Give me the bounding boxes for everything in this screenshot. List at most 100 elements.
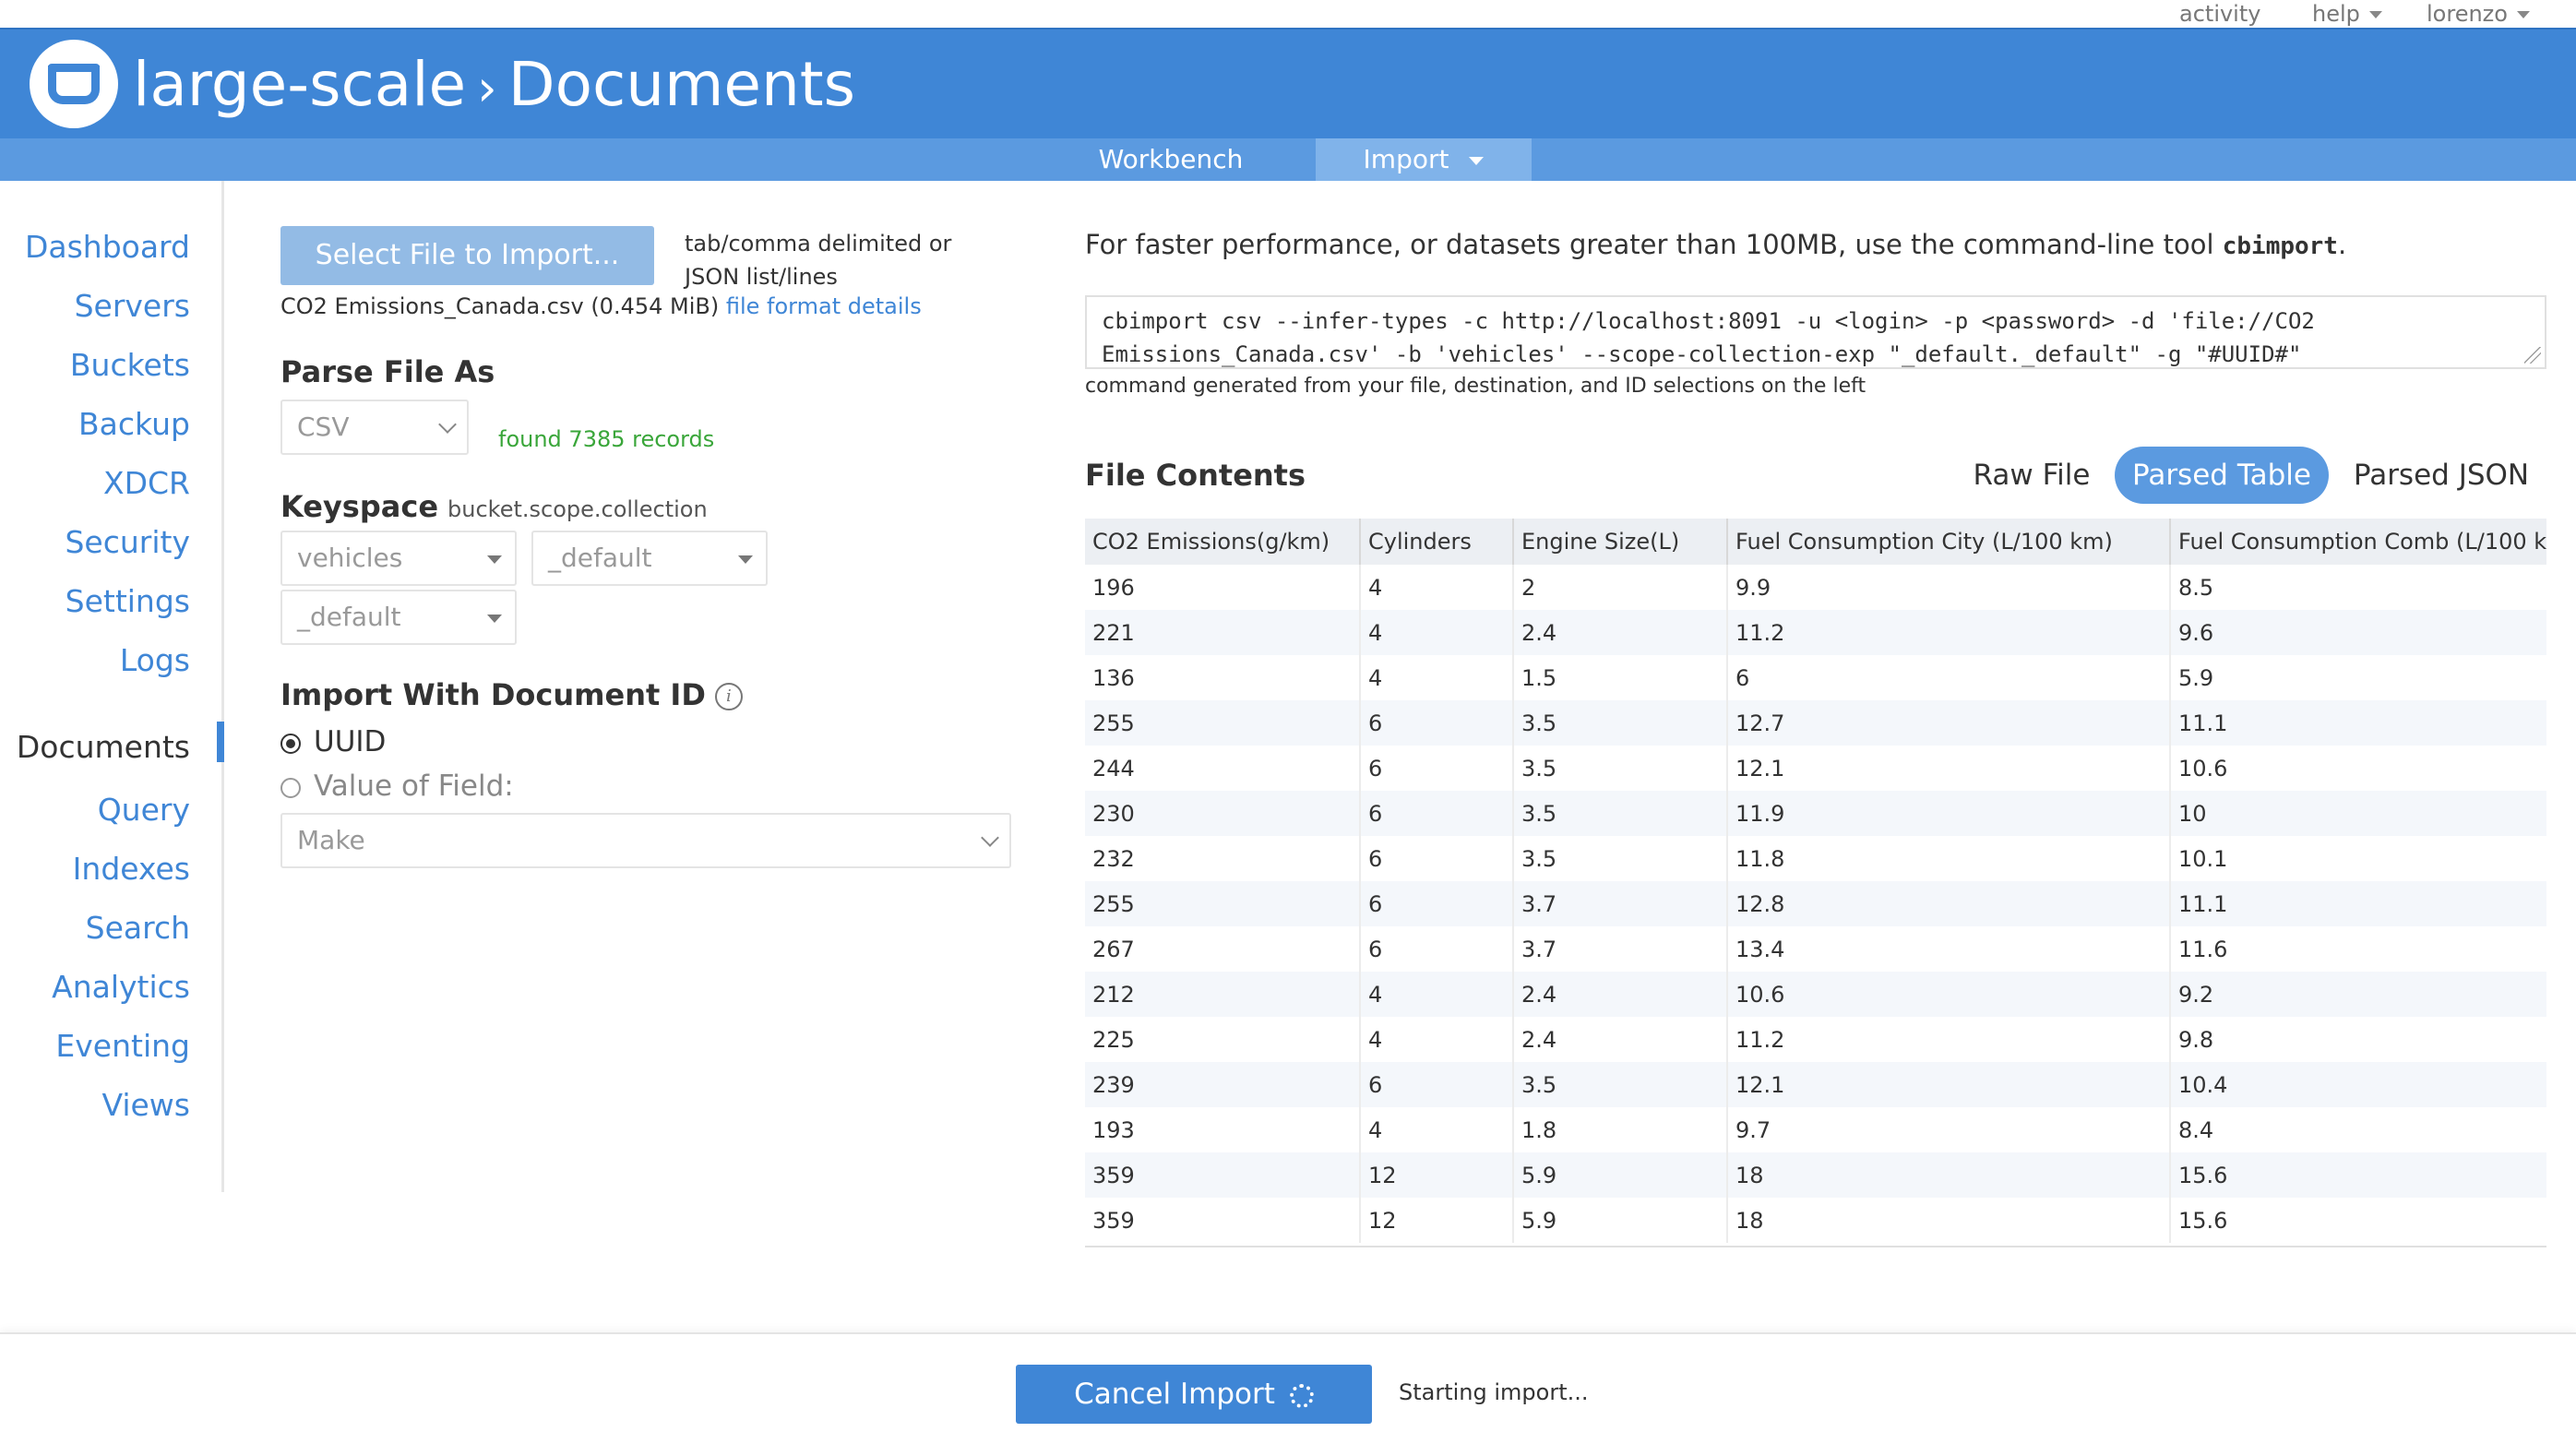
table-row: 239 6 3.5 12.1 10.4 [1085, 1062, 2546, 1107]
table-cell: 10.6 [2169, 746, 2546, 791]
table-cell: 2.4 [1512, 1017, 1727, 1062]
table-cell: 9.2 [2169, 972, 2546, 1017]
table-cell: 225 [1092, 1026, 1135, 1053]
sidebar-item-logs[interactable]: Logs [120, 642, 190, 678]
column-header[interactable]: CO2 Emissions(g/km) [1085, 519, 1360, 565]
table-row: 193 4 1.8 9.7 8.4 [1085, 1107, 2546, 1152]
performance-tip-text: For faster performance, or datasets grea… [1085, 229, 2214, 260]
table-header-row: CO2 Emissions(g/km) Cylinders Engine Size(… [1085, 519, 2546, 565]
collection-select[interactable]: _default [280, 590, 517, 645]
sidebar-item-views[interactable]: Views [101, 1087, 190, 1123]
table-cell: 12.7 [1726, 700, 2170, 746]
table-cell: 212 [1085, 972, 1360, 1017]
user-menu[interactable]: lorenzo [2427, 0, 2530, 28]
tab-parsed-table[interactable]: Parsed Table [2115, 447, 2329, 504]
table-cell: 9.8 [2169, 1017, 2546, 1062]
resize-handle-icon[interactable] [2524, 347, 2541, 364]
command-line-1: cbimport csv --infer-types -c http://loc… [1102, 308, 2315, 334]
docid-label: Import With Document ID [280, 677, 706, 712]
couchbase-logo[interactable] [30, 40, 118, 128]
table-row: 359 12 5.9 18 15.6 [1085, 1152, 2546, 1198]
table-cell: 136 [1092, 664, 1135, 691]
table-cell: 11.8 [1726, 836, 2170, 881]
table-cell: 18 [1726, 1152, 2170, 1198]
table-cell: 239 [1085, 1062, 1360, 1107]
sidebar-item-dashboard[interactable]: Dashboard [25, 229, 190, 265]
table-cell: 11.6 [2169, 926, 2546, 972]
table-cell: 3.5 [1512, 1062, 1727, 1107]
info-icon[interactable]: i [714, 683, 743, 710]
tab-import-label: Import [1363, 144, 1449, 174]
sidebar-item-settings[interactable]: Settings [66, 583, 190, 619]
table-cell: 2.4 [1512, 972, 1727, 1017]
table-cell: 6 [1359, 700, 1513, 746]
parsed-table[interactable]: CO2 Emissions(g/km) Cylinders Engine Size(… [1085, 519, 2546, 1247]
table-cell: 1.8 [1512, 1107, 1727, 1152]
cbimport-tool-name: cbimport [2222, 233, 2338, 260]
table-cell: 359 [1085, 1152, 1360, 1198]
sidebar-item-xdcr[interactable]: XDCR [103, 465, 190, 501]
sidebar-item-query[interactable]: Query [98, 792, 190, 828]
cancel-import-button[interactable]: Cancel Import [1016, 1365, 1372, 1424]
tab-parsed-json[interactable]: Parsed JSON [2349, 447, 2534, 504]
sidebar-item-documents[interactable]: Documents [17, 729, 190, 765]
radio-uuid[interactable]: UUID [280, 725, 386, 758]
sidebar-item-buckets[interactable]: Buckets [70, 347, 190, 383]
sidebar-item-search[interactable]: Search [86, 910, 190, 946]
table-cell: 4 [1359, 565, 1513, 610]
tab-raw-file[interactable]: Raw File [1963, 447, 2100, 504]
top-utility-bar: activity help lorenzo [0, 0, 2576, 28]
table-cell: 3.7 [1512, 881, 1727, 926]
table-cell: 12.8 [1726, 881, 2170, 926]
parse-label: Parse File As [280, 354, 495, 389]
table-cell: 267 [1092, 936, 1135, 962]
table-cell: 13.4 [1726, 926, 2170, 972]
table-cell: 9.7 [1726, 1107, 2170, 1152]
sidebar-item-servers[interactable]: Servers [75, 288, 190, 324]
table-cell: 6 [1359, 926, 1513, 972]
table-cell: 6 [1359, 836, 1513, 881]
help-menu[interactable]: help [2312, 0, 2382, 28]
table-cell: 4 [1359, 1107, 1513, 1152]
sidebar-item-indexes[interactable]: Indexes [73, 851, 190, 887]
sidebar-item-security[interactable]: Security [65, 524, 190, 560]
breadcrumb-cluster[interactable]: large-scale [133, 49, 466, 120]
file-format-link[interactable]: file format details [726, 293, 922, 319]
radio-field-label: Value of Field: [314, 770, 514, 803]
file-type-hint: tab/comma delimited or JSON list/lines [685, 231, 952, 290]
activity-link[interactable]: activity [2179, 0, 2260, 28]
table-cell: 12.1 [1726, 1062, 2170, 1107]
radio-value-of-field[interactable]: Value of Field: [280, 770, 514, 803]
table-cell: 10 [2169, 791, 2546, 836]
parse-format-select[interactable]: CSV [280, 400, 469, 455]
tab-workbench[interactable]: Workbench [1074, 138, 1268, 181]
cbimport-command-textarea[interactable]: cbimport csv --infer-types -c http://loc… [1085, 295, 2546, 369]
table-cell: 255 [1085, 700, 1360, 746]
table-cell: 11.1 [2169, 700, 2546, 746]
chevron-down-icon [1469, 156, 1485, 165]
column-header[interactable]: Cylinders [1359, 519, 1513, 565]
column-header[interactable]: Fuel Consumption City (L/100 km) [1726, 519, 2170, 565]
table-cell: 11.2 [1726, 1017, 2170, 1062]
table-cell: 12 [1359, 1152, 1513, 1198]
field-select[interactable]: Make [280, 813, 1011, 868]
table-cell: 3.5 [1512, 700, 1727, 746]
table-cell: 4 [1359, 972, 1513, 1017]
table-cell: 359 [1092, 1207, 1135, 1234]
scope-select[interactable]: _default [531, 531, 768, 586]
select-file-button[interactable]: Select File to Import... [280, 226, 654, 285]
page-title: Documents [507, 49, 856, 120]
sidebar-item-analytics[interactable]: Analytics [52, 969, 190, 1005]
sidebar-item-eventing[interactable]: Eventing [55, 1028, 190, 1064]
column-header[interactable]: Fuel Consumption Comb (L/100 km) [2169, 519, 2546, 565]
sidebar: Dashboard Servers Buckets Backup XDCR Se… [0, 181, 224, 1192]
file-contents-title: File Contents [1085, 458, 1306, 493]
chevron-down-icon [2368, 11, 2382, 18]
tab-import[interactable]: Import [1316, 138, 1532, 181]
table-cell: 6 [1359, 881, 1513, 926]
sidebar-item-backup[interactable]: Backup [78, 406, 190, 442]
table-cell: 11.9 [1726, 791, 2170, 836]
bucket-select[interactable]: vehicles [280, 531, 517, 586]
column-header[interactable]: Engine Size(L) [1512, 519, 1727, 565]
table-cell: 230 [1085, 791, 1360, 836]
